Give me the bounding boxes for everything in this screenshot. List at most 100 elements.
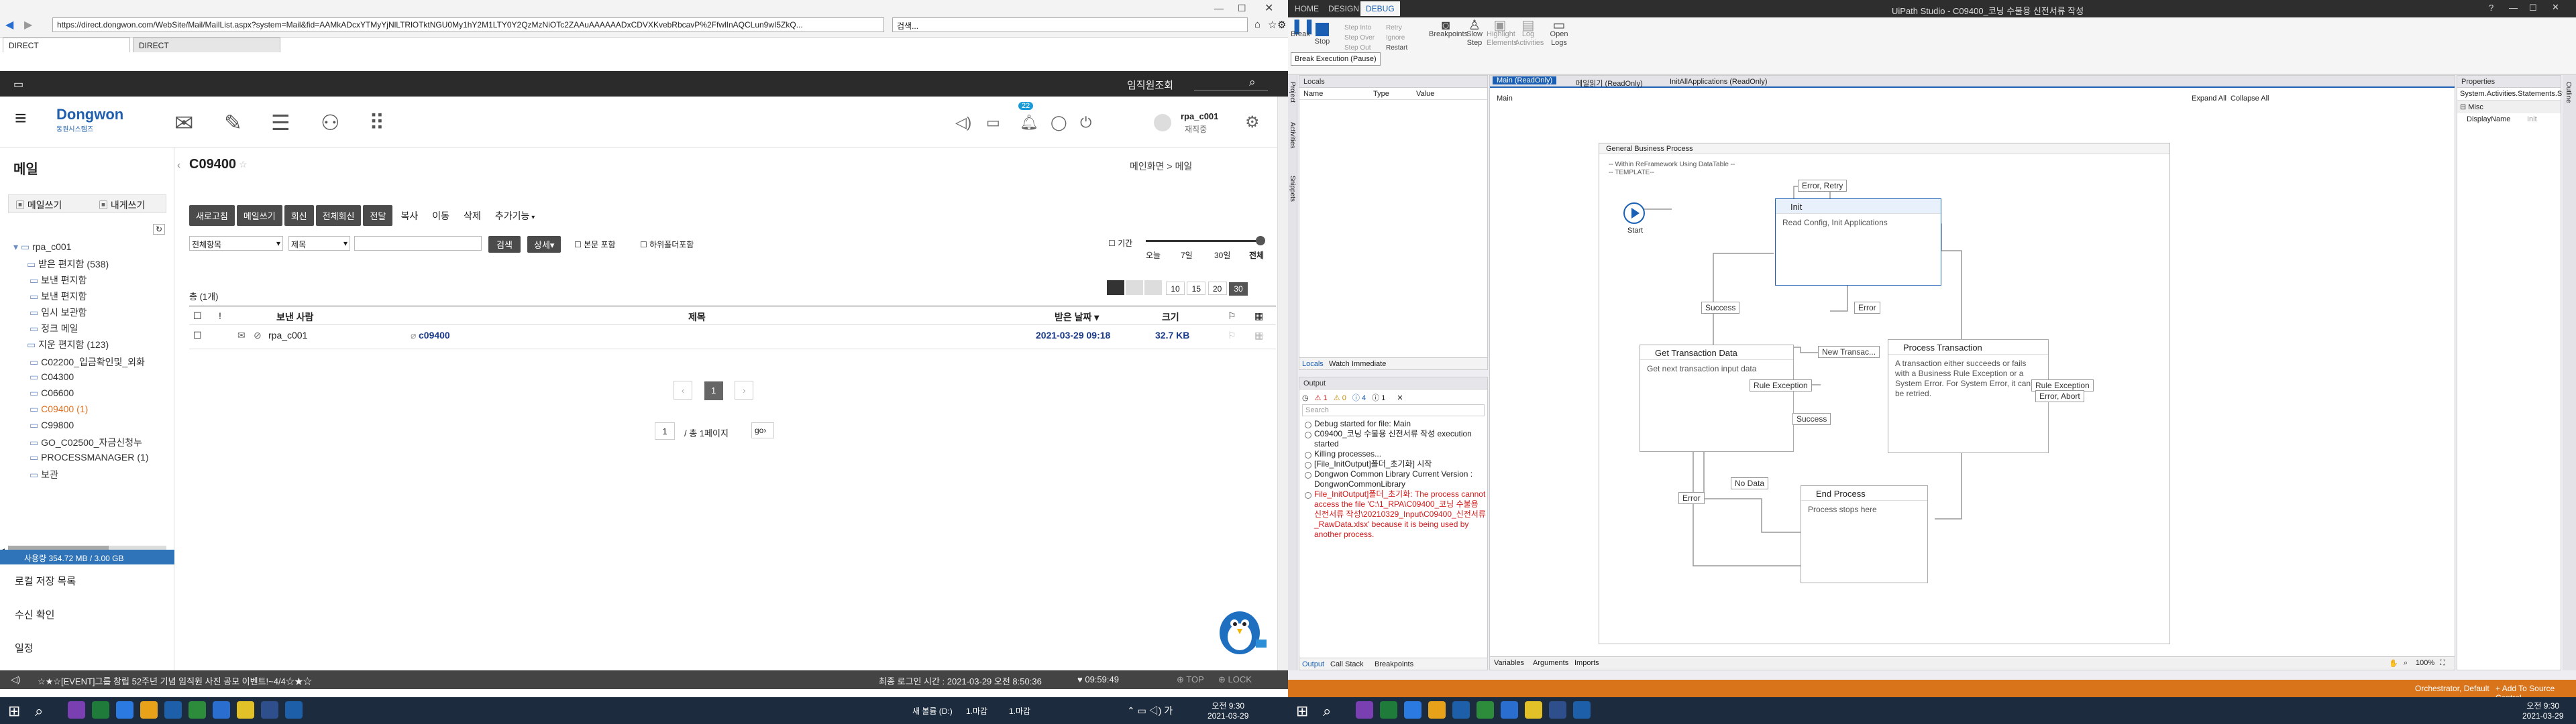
view-toggle[interactable]	[1107, 280, 1162, 297]
rail-project[interactable]: Project	[1289, 82, 1296, 103]
refresh-button[interactable]: 새로고침	[189, 205, 235, 226]
ie-icon[interactable]	[1404, 701, 1421, 719]
output-search-input[interactable]: Search	[1302, 404, 1485, 416]
designer-breadcrumb[interactable]: Main	[1497, 95, 1513, 103]
slow-step-button[interactable]: ♙ Slow Step	[1464, 19, 1485, 48]
compose-mail-button[interactable]: 메일쓰기	[236, 205, 282, 226]
open-logs-button[interactable]: ▭ Open Logs	[1547, 19, 1571, 48]
filter-field-select[interactable]: 제목 ▾	[288, 236, 350, 251]
output-line[interactable]: [File_InitOutput]폴더_초기화] 시작	[1301, 459, 1486, 469]
apps-grid-icon[interactable]: ⠿	[369, 110, 384, 135]
uipath-icon[interactable]	[1573, 701, 1591, 719]
local-storage-link[interactable]: 로컬 저장 목록	[15, 574, 76, 588]
tab-watch[interactable]: Watch	[1329, 360, 1350, 368]
folder-item[interactable]: ▭ PROCESSMANAGER (1)	[30, 452, 149, 463]
kakaotalk-icon[interactable]	[1525, 701, 1542, 719]
minimize-icon[interactable]: —	[1214, 3, 1224, 13]
search-icon[interactable]: ⌕	[35, 703, 43, 720]
folder-icon[interactable]	[140, 701, 158, 719]
power-icon[interactable]: ⏻	[1080, 114, 1091, 131]
app-icon[interactable]	[1380, 701, 1397, 719]
start-node[interactable]	[1623, 202, 1645, 224]
browser-tab-2[interactable]: DIRECT	[133, 38, 280, 52]
speaker-icon[interactable]: ◁)	[955, 114, 971, 131]
app-icon[interactable]	[213, 701, 230, 719]
row-subject[interactable]: c09400	[419, 330, 450, 341]
collapse-chevron-icon[interactable]: ‹	[177, 160, 180, 171]
transition-no-data[interactable]: No Data	[1731, 477, 1769, 489]
self-compose-button[interactable]: ▣ 내게쓰기	[99, 198, 145, 212]
folder-item[interactable]: ▭ C09400 (1)	[30, 404, 88, 415]
search-button[interactable]: 검색	[488, 236, 521, 253]
maximize-icon[interactable]: ☐	[2529, 3, 2537, 13]
gear-icon[interactable]: ⚙	[1245, 113, 1260, 132]
breakpoints-button[interactable]: ◙ Breakpoints	[1429, 19, 1468, 39]
output-line[interactable]: File_InitOutput]폴더_초기화: The process cann…	[1301, 489, 1486, 540]
board-icon[interactable]: ☰	[271, 110, 290, 135]
row-sender[interactable]: rpa_c001	[268, 330, 307, 341]
page-size-selector[interactable]: 10 15 20 30	[1166, 282, 1248, 296]
output-line[interactable]: Debug started for file: Main	[1301, 419, 1486, 429]
state-init[interactable]: Init Read Config, Init Applications	[1775, 198, 1941, 286]
state-end-process[interactable]: End Process Process stops here	[1801, 485, 1928, 583]
col-value[interactable]: Value	[1416, 90, 1434, 98]
include-subfolder-checkbox[interactable]: ☐ 하위폴더포함	[640, 239, 694, 250]
warning-filter[interactable]: ⚠ 0	[1334, 394, 1346, 402]
mail-icon[interactable]: ✉	[174, 110, 194, 137]
next-page-button[interactable]: ›	[735, 381, 754, 400]
prop-row[interactable]: DisplayName Init	[2457, 113, 2561, 125]
page-scrollbar[interactable]	[1277, 97, 1288, 670]
folder-item[interactable]: ▭ 받은 편지함 (538)	[27, 257, 109, 271]
kakaotalk-icon[interactable]	[237, 701, 254, 719]
restart-button[interactable]: Restart	[1386, 43, 1407, 53]
state-get-transaction[interactable]: Get Transaction Data Get next transactio…	[1640, 345, 1794, 452]
break-button[interactable]: ❚❚ Break	[1291, 19, 1316, 39]
folder-item[interactable]: ▭ 정크 메일	[30, 322, 81, 335]
folder-item[interactable]: ▭ 지운 편지함 (123)	[27, 338, 109, 351]
browser-search-input[interactable]: 검색...	[892, 17, 1248, 32]
output-line[interactable]: Killing processes...	[1301, 449, 1486, 459]
home-icon[interactable]: ⌂	[1254, 19, 1260, 30]
tab-output[interactable]: Output	[1302, 660, 1324, 668]
period-checkbox[interactable]: ☐ 기간	[1108, 237, 1132, 249]
output-line[interactable]: C09400_코닝 수불용 신전서류 작성 execution started	[1301, 429, 1486, 449]
settings-gear-icon[interactable]: ⚙	[1277, 19, 1286, 31]
search-icon[interactable]: ⌕	[1249, 76, 1256, 89]
step-over-button[interactable]: Step Over	[1344, 33, 1375, 43]
copy-button[interactable]: 복사	[400, 210, 418, 221]
ignore-button[interactable]: Ignore	[1386, 33, 1407, 43]
go-button[interactable]: go›	[751, 422, 774, 438]
tray-folder[interactable]: 1.마감	[1009, 705, 1030, 717]
highlight-elements-button[interactable]: ▣ Highlight Elements	[1487, 19, 1517, 48]
top-button[interactable]: ⊕ TOP	[1177, 674, 1204, 685]
clock[interactable]: 오전 9:30 2021-03-29	[1208, 700, 1248, 721]
output-line[interactable]: Dongwon Common Library Current Version :…	[1301, 469, 1486, 489]
folder-item[interactable]: ▭ 임시 보관함	[30, 306, 89, 319]
app-icon[interactable]	[68, 701, 85, 719]
folder-item[interactable]: ▭ C99800	[30, 420, 76, 431]
period-slider-handle[interactable]	[1256, 236, 1265, 245]
trace-filter[interactable]: ⓘ 1	[1372, 394, 1385, 402]
current-page[interactable]: 1	[704, 381, 723, 400]
delete-button[interactable]: 삭제	[464, 210, 481, 221]
category-icon[interactable]: ▦	[1254, 330, 1263, 341]
forward-button[interactable]: 전달	[363, 205, 393, 226]
column-size[interactable]: 크기	[1162, 310, 1179, 324]
column-sender[interactable]: 보낸 사람	[276, 310, 313, 324]
reply-all-button[interactable]: 전체회신	[315, 205, 362, 226]
tray-folder[interactable]: 1.마감	[966, 705, 987, 717]
period-slider[interactable]	[1146, 240, 1261, 242]
help-icon[interactable]: ◯	[1051, 114, 1067, 131]
transition-error-retry[interactable]: Error, Retry	[1798, 180, 1847, 192]
tab-home[interactable]: HOME	[1295, 4, 1319, 13]
folder-item[interactable]: ▭ 보관	[30, 468, 61, 481]
folder-item[interactable]: ▭ C06600	[30, 387, 76, 399]
folder-item[interactable]: ▾ ▭ rpa_c001	[13, 241, 74, 253]
move-button[interactable]: 이동	[432, 210, 449, 221]
tab-locals[interactable]: Locals	[1302, 360, 1324, 368]
close-icon[interactable]: ✕	[1265, 1, 1273, 15]
transition-new-transaction[interactable]: New Transac...	[1818, 346, 1880, 358]
favorites-star-icon[interactable]: ☆	[1268, 19, 1277, 31]
select-all-checkbox[interactable]: ☐	[193, 310, 202, 322]
excel-icon[interactable]	[189, 701, 206, 719]
